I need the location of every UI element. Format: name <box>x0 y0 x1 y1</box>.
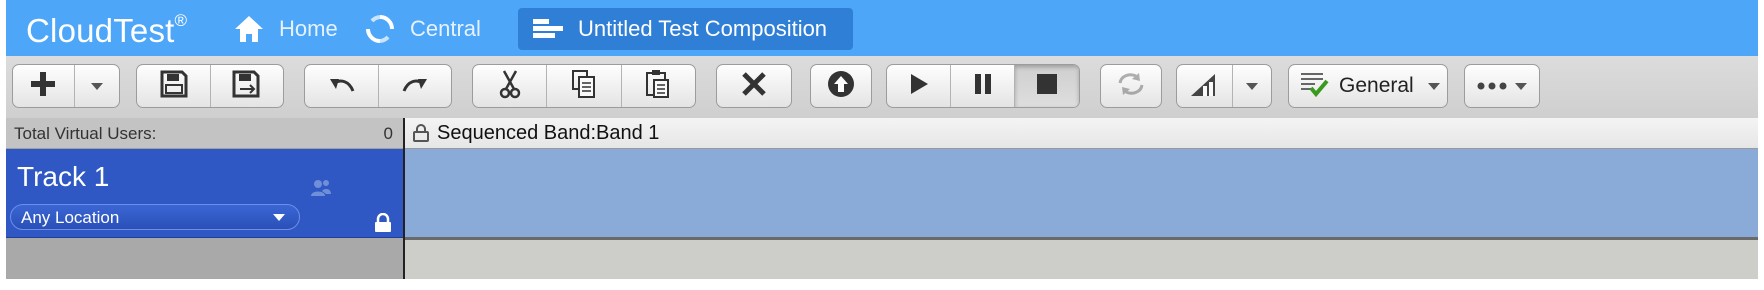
more-dropdown[interactable] <box>1464 64 1540 108</box>
upload-icon <box>826 69 856 104</box>
band-lane[interactable] <box>405 149 1758 240</box>
save-icon <box>160 70 188 103</box>
meter-button[interactable] <box>1177 65 1232 107</box>
nav-home-label: Home <box>279 16 338 41</box>
chevron-down-icon <box>1245 82 1258 90</box>
left-panel-empty-area <box>6 238 403 279</box>
add-button[interactable] <box>13 65 74 107</box>
nav-central[interactable]: Central <box>364 8 481 50</box>
location-value: Any Location <box>21 208 120 227</box>
general-dropdown[interactable]: General <box>1288 64 1448 108</box>
play-button[interactable] <box>887 65 950 107</box>
band-empty-area <box>405 240 1758 279</box>
undo-icon <box>327 73 357 100</box>
sync-button[interactable] <box>1101 65 1161 107</box>
chevron-down-icon <box>1427 82 1440 90</box>
delete-group <box>716 64 792 108</box>
add-button-group <box>12 64 120 108</box>
playback-group <box>886 64 1080 108</box>
paste-button[interactable] <box>620 65 695 107</box>
cut-icon <box>498 69 522 104</box>
save-as-button[interactable] <box>210 65 283 107</box>
users-icon[interactable] <box>310 179 332 202</box>
clipboard-group <box>472 64 696 108</box>
band-title: Sequenced Band:Band 1 <box>437 122 660 144</box>
refresh-ring-icon <box>364 13 396 45</box>
chevron-down-icon <box>1515 82 1527 90</box>
checklist-icon <box>1299 71 1329 102</box>
nav-home[interactable]: Home <box>233 8 338 50</box>
composition-icon <box>532 17 564 41</box>
band-header: Sequenced Band:Band 1 <box>405 118 1758 149</box>
meter-group <box>1176 64 1272 108</box>
save-as-icon <box>232 70 262 103</box>
virtual-users-label: Total Virtual Users: <box>14 124 157 143</box>
nav-composition-tab[interactable]: Untitled Test Composition <box>518 8 854 50</box>
virtual-users-count: 0 <box>383 124 393 143</box>
plus-icon <box>29 70 57 103</box>
copy-icon <box>571 69 597 104</box>
nav-composition-label: Untitled Test Composition <box>578 16 828 41</box>
undo-button[interactable] <box>305 65 378 107</box>
upload-button[interactable] <box>811 65 871 107</box>
home-icon <box>233 14 265 44</box>
pause-button[interactable] <box>950 65 1013 107</box>
general-label: General <box>1339 74 1414 97</box>
save-group <box>136 64 284 108</box>
redo-icon <box>400 73 430 100</box>
delete-button[interactable] <box>717 65 791 107</box>
save-button[interactable] <box>137 65 210 107</box>
track-title: Track 1 <box>17 161 110 192</box>
location-select[interactable]: Any Location <box>10 204 300 230</box>
app-frame: CloudTest® Home Central Untitled Test Co… <box>6 0 1758 279</box>
lock-icon[interactable] <box>413 124 429 147</box>
chevron-down-icon <box>273 214 285 221</box>
sync-icon <box>1115 71 1147 102</box>
history-group <box>304 64 452 108</box>
track-row[interactable]: Track 1 Any Location <box>6 149 403 238</box>
general-select[interactable]: General <box>1289 65 1447 107</box>
redo-button[interactable] <box>378 65 451 107</box>
more-icon <box>1477 77 1507 95</box>
app-logo[interactable]: CloudTest® <box>26 11 187 50</box>
lock-icon[interactable] <box>374 212 392 238</box>
play-icon <box>908 72 930 101</box>
meter-icon <box>1189 70 1219 103</box>
pause-icon <box>972 72 994 101</box>
add-menu-button[interactable] <box>73 65 119 107</box>
stop-button[interactable] <box>1013 65 1079 107</box>
delete-icon <box>741 71 767 102</box>
toolbar: General <box>6 56 1758 119</box>
more-button[interactable] <box>1465 65 1539 107</box>
upload-group <box>810 64 872 108</box>
meter-menu-button[interactable] <box>1231 65 1271 107</box>
paste-icon <box>645 69 671 104</box>
nav-central-label: Central <box>410 16 481 41</box>
stop-icon <box>1035 72 1059 101</box>
sync-group <box>1100 64 1162 108</box>
virtual-users-header: Total Virtual Users: 0 <box>6 118 403 149</box>
chevron-down-icon <box>90 82 103 90</box>
top-nav-bar: CloudTest® Home Central Untitled Test Co… <box>6 0 1758 56</box>
cut-button[interactable] <box>473 65 546 107</box>
copy-button[interactable] <box>546 65 620 107</box>
